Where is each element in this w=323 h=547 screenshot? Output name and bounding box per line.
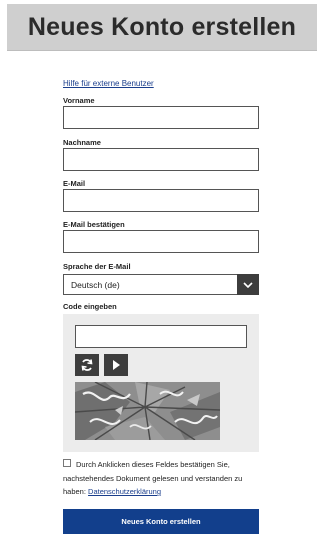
privacy-policy-link[interactable]: Datenschutzerklärung (88, 487, 161, 496)
chevron-down-icon[interactable] (237, 274, 259, 295)
first-name-label: Vorname (63, 96, 95, 105)
consent-text-block: Durch Anklicken dieses Feldes bestätigen… (63, 458, 263, 499)
captcha-image (75, 382, 220, 440)
email-language-select[interactable]: Deutsch (de) (63, 274, 259, 295)
help-external-users-link[interactable]: Hilfe für externe Benutzer (63, 79, 154, 88)
page-header: Neues Konto erstellen (7, 4, 317, 51)
code-label: Code eingeben (63, 302, 117, 311)
captcha-code-input[interactable] (75, 325, 247, 348)
last-name-label: Nachname (63, 138, 101, 147)
refresh-icon[interactable] (75, 354, 99, 376)
email-language-label: Sprache der E-Mail (63, 262, 131, 271)
email-confirm-label: E-Mail bestätigen (63, 220, 125, 229)
email-language-value: Deutsch (de) (71, 279, 120, 290)
page-title: Neues Konto erstellen (27, 12, 297, 41)
play-icon[interactable] (104, 354, 128, 376)
first-name-input[interactable] (63, 106, 259, 129)
last-name-input[interactable] (63, 148, 259, 171)
captcha-panel (63, 314, 259, 452)
email-label: E-Mail (63, 179, 86, 188)
email-input[interactable] (63, 189, 259, 212)
create-account-button[interactable]: Neues Konto erstellen (63, 509, 259, 534)
email-confirm-input[interactable] (63, 230, 259, 253)
